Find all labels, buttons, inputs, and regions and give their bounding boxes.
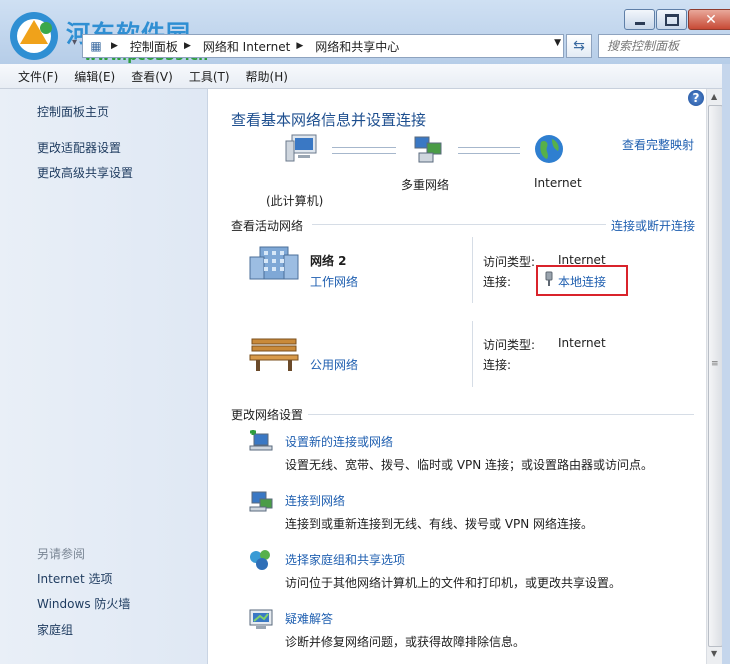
watermark-logo-icon xyxy=(10,12,58,60)
work-network-link[interactable]: 工作网络 xyxy=(310,273,358,290)
breadcrumb-control-panel[interactable]: 控制面板 xyxy=(130,38,178,55)
control-panel-icon: ▦ xyxy=(90,39,102,53)
public-network-link[interactable]: 公用网络 xyxy=(310,356,358,373)
sidebar-item-advanced-sharing[interactable]: 更改高级共享设置 xyxy=(37,164,133,181)
sidebar-item-change-adapter[interactable]: 更改适配器设置 xyxy=(37,139,121,156)
connect-to-network-desc: 连接到或重新连接到无线、有线、拨号或 VPN 网络连接。 xyxy=(285,517,594,531)
menu-file[interactable]: 文件(F) xyxy=(0,68,66,85)
connection-label: 连接: xyxy=(483,358,512,372)
local-connection-link[interactable]: 本地连接 xyxy=(558,273,606,290)
troubleshoot-icon[interactable] xyxy=(248,607,274,631)
close-icon: ✕ xyxy=(705,11,717,28)
homegroup-sharing-desc: 访问位于其他网络计算机上的文件和打印机，或更改共享设置。 xyxy=(285,576,622,590)
troubleshoot-desc: 诊断并修复网络问题，或获得故障排除信息。 xyxy=(285,635,526,649)
connection-label: 连接: xyxy=(483,275,512,289)
chevron-right-icon[interactable]: ▶ xyxy=(184,41,191,51)
map-link-line xyxy=(332,147,396,154)
refresh-icon: ⇆ xyxy=(573,38,585,54)
globe-icon[interactable] xyxy=(533,133,565,165)
homegroup-icon[interactable] xyxy=(248,548,274,572)
scroll-grip-icon: ≡ xyxy=(711,359,719,369)
address-dropdown-icon[interactable]: ▼ xyxy=(554,38,561,48)
menu-help[interactable]: 帮助(H) xyxy=(238,68,296,85)
help-icon: ? xyxy=(692,91,700,105)
connect-to-network-link[interactable]: 连接到网络 xyxy=(285,492,345,509)
network-sharing-center-window: 河东软件园 www.pc0359.cn ✕ ▾ ▦ ▶ 控制面板▶ 网络和 In… xyxy=(0,0,730,664)
sidebar-item-internet-options[interactable]: Internet 选项 xyxy=(37,570,112,587)
map-label-network: 多重网络 xyxy=(401,178,450,192)
public-network-bench-icon[interactable] xyxy=(248,333,300,373)
scroll-down-icon[interactable]: ▼ xyxy=(711,649,717,658)
maximize-button[interactable] xyxy=(656,9,687,30)
ethernet-plug-icon xyxy=(545,271,553,286)
multiple-networks-icon[interactable] xyxy=(411,133,445,165)
network-name: 网络 2 xyxy=(310,254,347,268)
breadcrumb-network-sharing-center[interactable]: 网络和共享中心 xyxy=(315,38,399,55)
menu-tools[interactable]: 工具(T) xyxy=(181,68,238,85)
map-label-internet: Internet xyxy=(534,176,582,190)
chevron-right-icon[interactable]: ▶ xyxy=(296,41,303,51)
menu-view[interactable]: 查看(V) xyxy=(123,68,181,85)
maximize-icon xyxy=(664,13,679,26)
map-label-computer: (此计算机) xyxy=(266,194,324,208)
sidebar: 控制面板主页 更改适配器设置 更改高级共享设置 另请参阅 Internet 选项… xyxy=(0,89,208,664)
computer-icon[interactable] xyxy=(284,133,318,165)
search-box[interactable]: ⚲ xyxy=(598,34,730,58)
active-networks-title: 查看活动网络 xyxy=(231,219,304,233)
address-bar[interactable]: ▦ ▶ 控制面板 ▶ 网络和 Internet ▶ 网络和共享中心 ▼ xyxy=(82,34,564,58)
sidebar-item-windows-firewall[interactable]: Windows 防火墙 xyxy=(37,595,130,612)
change-settings-title: 更改网络设置 xyxy=(231,408,304,422)
new-connection-icon[interactable] xyxy=(248,430,274,454)
scroll-thumb[interactable] xyxy=(708,105,723,647)
connect-network-icon[interactable] xyxy=(248,489,274,513)
search-input[interactable] xyxy=(605,35,730,57)
refresh-button[interactable]: ⇆ xyxy=(566,34,592,58)
close-button[interactable]: ✕ xyxy=(688,9,730,30)
navigation-bar: ▾ ▦ ▶ 控制面板▶ 网络和 Internet▶ 网络和共享中心 ▼ ⇆ ⚲ xyxy=(72,34,730,58)
access-type-label: 访问类型: xyxy=(483,338,536,352)
chevron-right-icon[interactable]: ▶ xyxy=(111,41,118,51)
title-bar: 河东软件园 www.pc0359.cn ✕ ▾ ▦ ▶ 控制面板▶ 网络和 In… xyxy=(0,0,730,64)
troubleshoot-link[interactable]: 疑难解答 xyxy=(285,610,333,627)
homegroup-sharing-link[interactable]: 选择家庭组和共享选项 xyxy=(285,551,405,568)
see-also-title: 另请参阅 xyxy=(37,547,86,561)
minimize-icon xyxy=(634,22,645,25)
breadcrumb-network-internet[interactable]: 网络和 Internet xyxy=(203,38,290,55)
connect-disconnect-link[interactable]: 连接或断开连接 xyxy=(611,217,695,234)
menu-edit[interactable]: 编辑(E) xyxy=(66,68,123,85)
help-button[interactable]: ? xyxy=(688,90,704,106)
access-type-label: 访问类型: xyxy=(483,255,536,269)
sidebar-item-control-panel-home[interactable]: 控制面板主页 xyxy=(37,103,109,120)
window-controls: ✕ xyxy=(623,9,730,30)
setup-connection-link[interactable]: 设置新的连接或网络 xyxy=(285,433,393,450)
scroll-up-icon[interactable]: ▲ xyxy=(711,92,717,101)
work-network-icon[interactable] xyxy=(248,243,300,283)
access-type-value: Internet xyxy=(558,336,606,350)
setup-connection-desc: 设置无线、宽带、拨号、临时或 VPN 连接；或设置路由器或访问点。 xyxy=(285,458,654,472)
menu-bar: 文件(F) 编辑(E) 查看(V) 工具(T) 帮助(H) xyxy=(0,64,730,89)
view-full-map-link[interactable]: 查看完整映射 xyxy=(622,136,694,153)
minimize-button[interactable] xyxy=(624,9,655,30)
page-title: 查看基本网络信息并设置连接 xyxy=(231,111,427,129)
main-content: 查看基本网络信息并设置连接 查看完整映射 (此计算机) 多重网络 Interne… xyxy=(208,89,706,664)
sidebar-item-homegroup[interactable]: 家庭组 xyxy=(37,621,73,638)
window-frame-edge xyxy=(722,64,730,664)
vertical-scrollbar[interactable]: ▲ ≡ ▼ xyxy=(706,89,723,664)
map-link-line xyxy=(458,147,520,154)
